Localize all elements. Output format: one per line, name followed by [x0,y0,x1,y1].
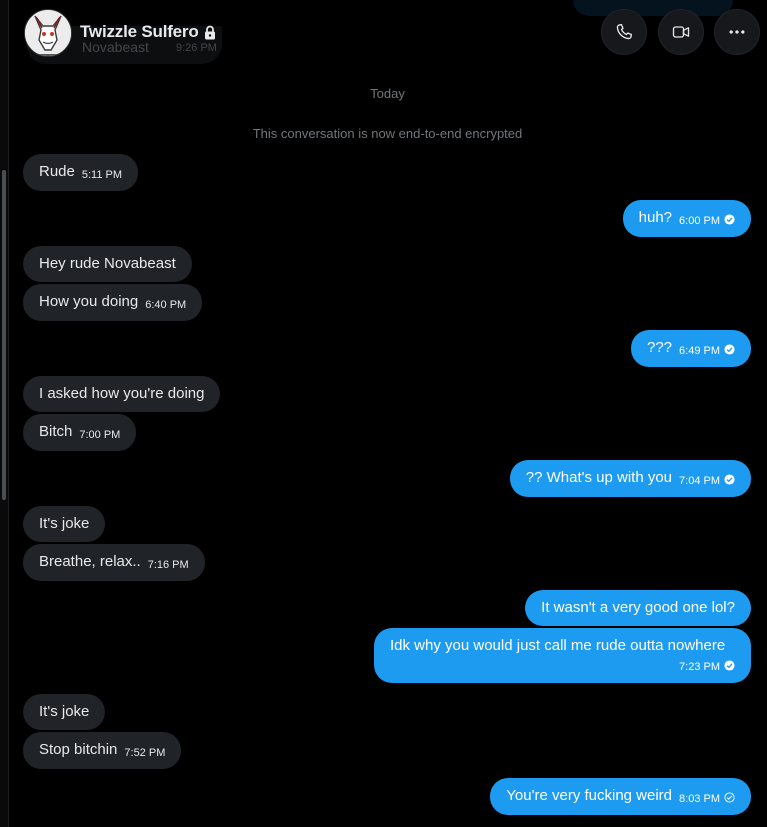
message-text: Hey rude Novabeast [39,255,176,272]
avatar[interactable] [24,9,72,57]
call-button[interactable] [601,9,647,55]
message-text: It's joke [39,703,90,720]
message-text: How you doing [39,293,139,310]
message-text: I asked how you're doing [39,385,205,402]
previous-outgoing-bubble [573,0,733,16]
sent-check-icon [724,792,735,803]
conversation-header: Novabeast 9:26 PM Twizzle Sulfero [8,0,767,64]
message-text: huh? [638,209,673,226]
video-icon [672,26,690,38]
more-icon [729,30,745,34]
message-time: 8:03 PM [679,793,720,805]
message-text: You're very fucking weird [506,787,673,804]
message-text: Bitch [39,423,73,440]
message-text: ??? [647,339,673,356]
conversation-user-name[interactable]: Twizzle Sulfero [80,22,199,42]
message-time: 5:11 PM [81,169,123,181]
encryption-notice: This conversation is now end-to-end encr… [252,126,523,141]
message-bubble-incoming[interactable]: Rude 5:11 PM [23,154,139,191]
avatar-image [25,10,71,56]
message-bubble-incoming[interactable]: Breathe, relax.. 7:16 PM [23,544,205,581]
message-text: Rude [39,163,75,180]
read-check-icon [724,660,735,671]
message-bubble-outgoing[interactable]: Idk why you would just call me rude outt… [374,628,751,683]
scrollbar-track[interactable] [0,0,9,827]
read-check-icon [724,474,735,485]
message-bubble-incoming[interactable]: Bitch 7:00 PM [23,414,137,451]
video-call-button[interactable] [658,9,704,55]
message-meta: 7:23 PM [390,654,735,675]
message-bubble-incoming[interactable]: I asked how you're doing [23,376,221,412]
message-text: Idk why you would just call me rude outt… [390,637,726,654]
message-text: Stop bitchin [39,741,118,758]
date-separator: Today [370,86,405,101]
message-bubble-outgoing[interactable]: You're very fucking weird 8:03 PM [490,778,751,815]
message-text: It wasn't a very good one lol? [541,599,735,616]
phone-icon [616,24,632,40]
message-time: 7:16 PM [147,559,189,571]
message-bubble-outgoing[interactable]: It wasn't a very good one lol? [525,590,751,626]
message-bubble-incoming[interactable]: Hey rude Novabeast [23,246,192,282]
message-text: Breathe, relax.. [39,553,141,570]
message-bubble-incoming[interactable]: How you doing 6:40 PM [23,284,203,321]
message-time: 7:00 PM [79,429,121,441]
message-bubble-outgoing[interactable]: ??? 6:49 PM [631,330,751,367]
message-time: 6:49 PM [679,345,720,357]
message-bubble-outgoing[interactable]: huh? 6:00 PM [622,200,751,237]
message-time: 6:00 PM [679,215,720,227]
more-options-button[interactable] [714,9,760,55]
read-check-icon [724,344,735,355]
previous-message-time: 9:26 PM [176,42,217,54]
message-text: It's joke [39,515,90,532]
lock-icon [205,25,215,40]
message-bubble-incoming[interactable]: It's joke [23,506,106,542]
message-time: 7:52 PM [124,747,166,759]
message-time: 7:23 PM [679,661,720,673]
message-text: ?? What's up with you [525,469,673,486]
message-bubble-incoming[interactable]: It's joke [23,694,106,730]
message-time: 7:04 PM [679,475,720,487]
message-bubble-incoming[interactable]: Stop bitchin 7:52 PM [23,732,182,769]
message-time: 6:40 PM [145,299,187,311]
message-bubble-outgoing[interactable]: ?? What's up with you 7:04 PM [509,460,751,497]
read-check-icon [724,214,735,225]
scrollbar-thumb[interactable] [2,170,6,500]
